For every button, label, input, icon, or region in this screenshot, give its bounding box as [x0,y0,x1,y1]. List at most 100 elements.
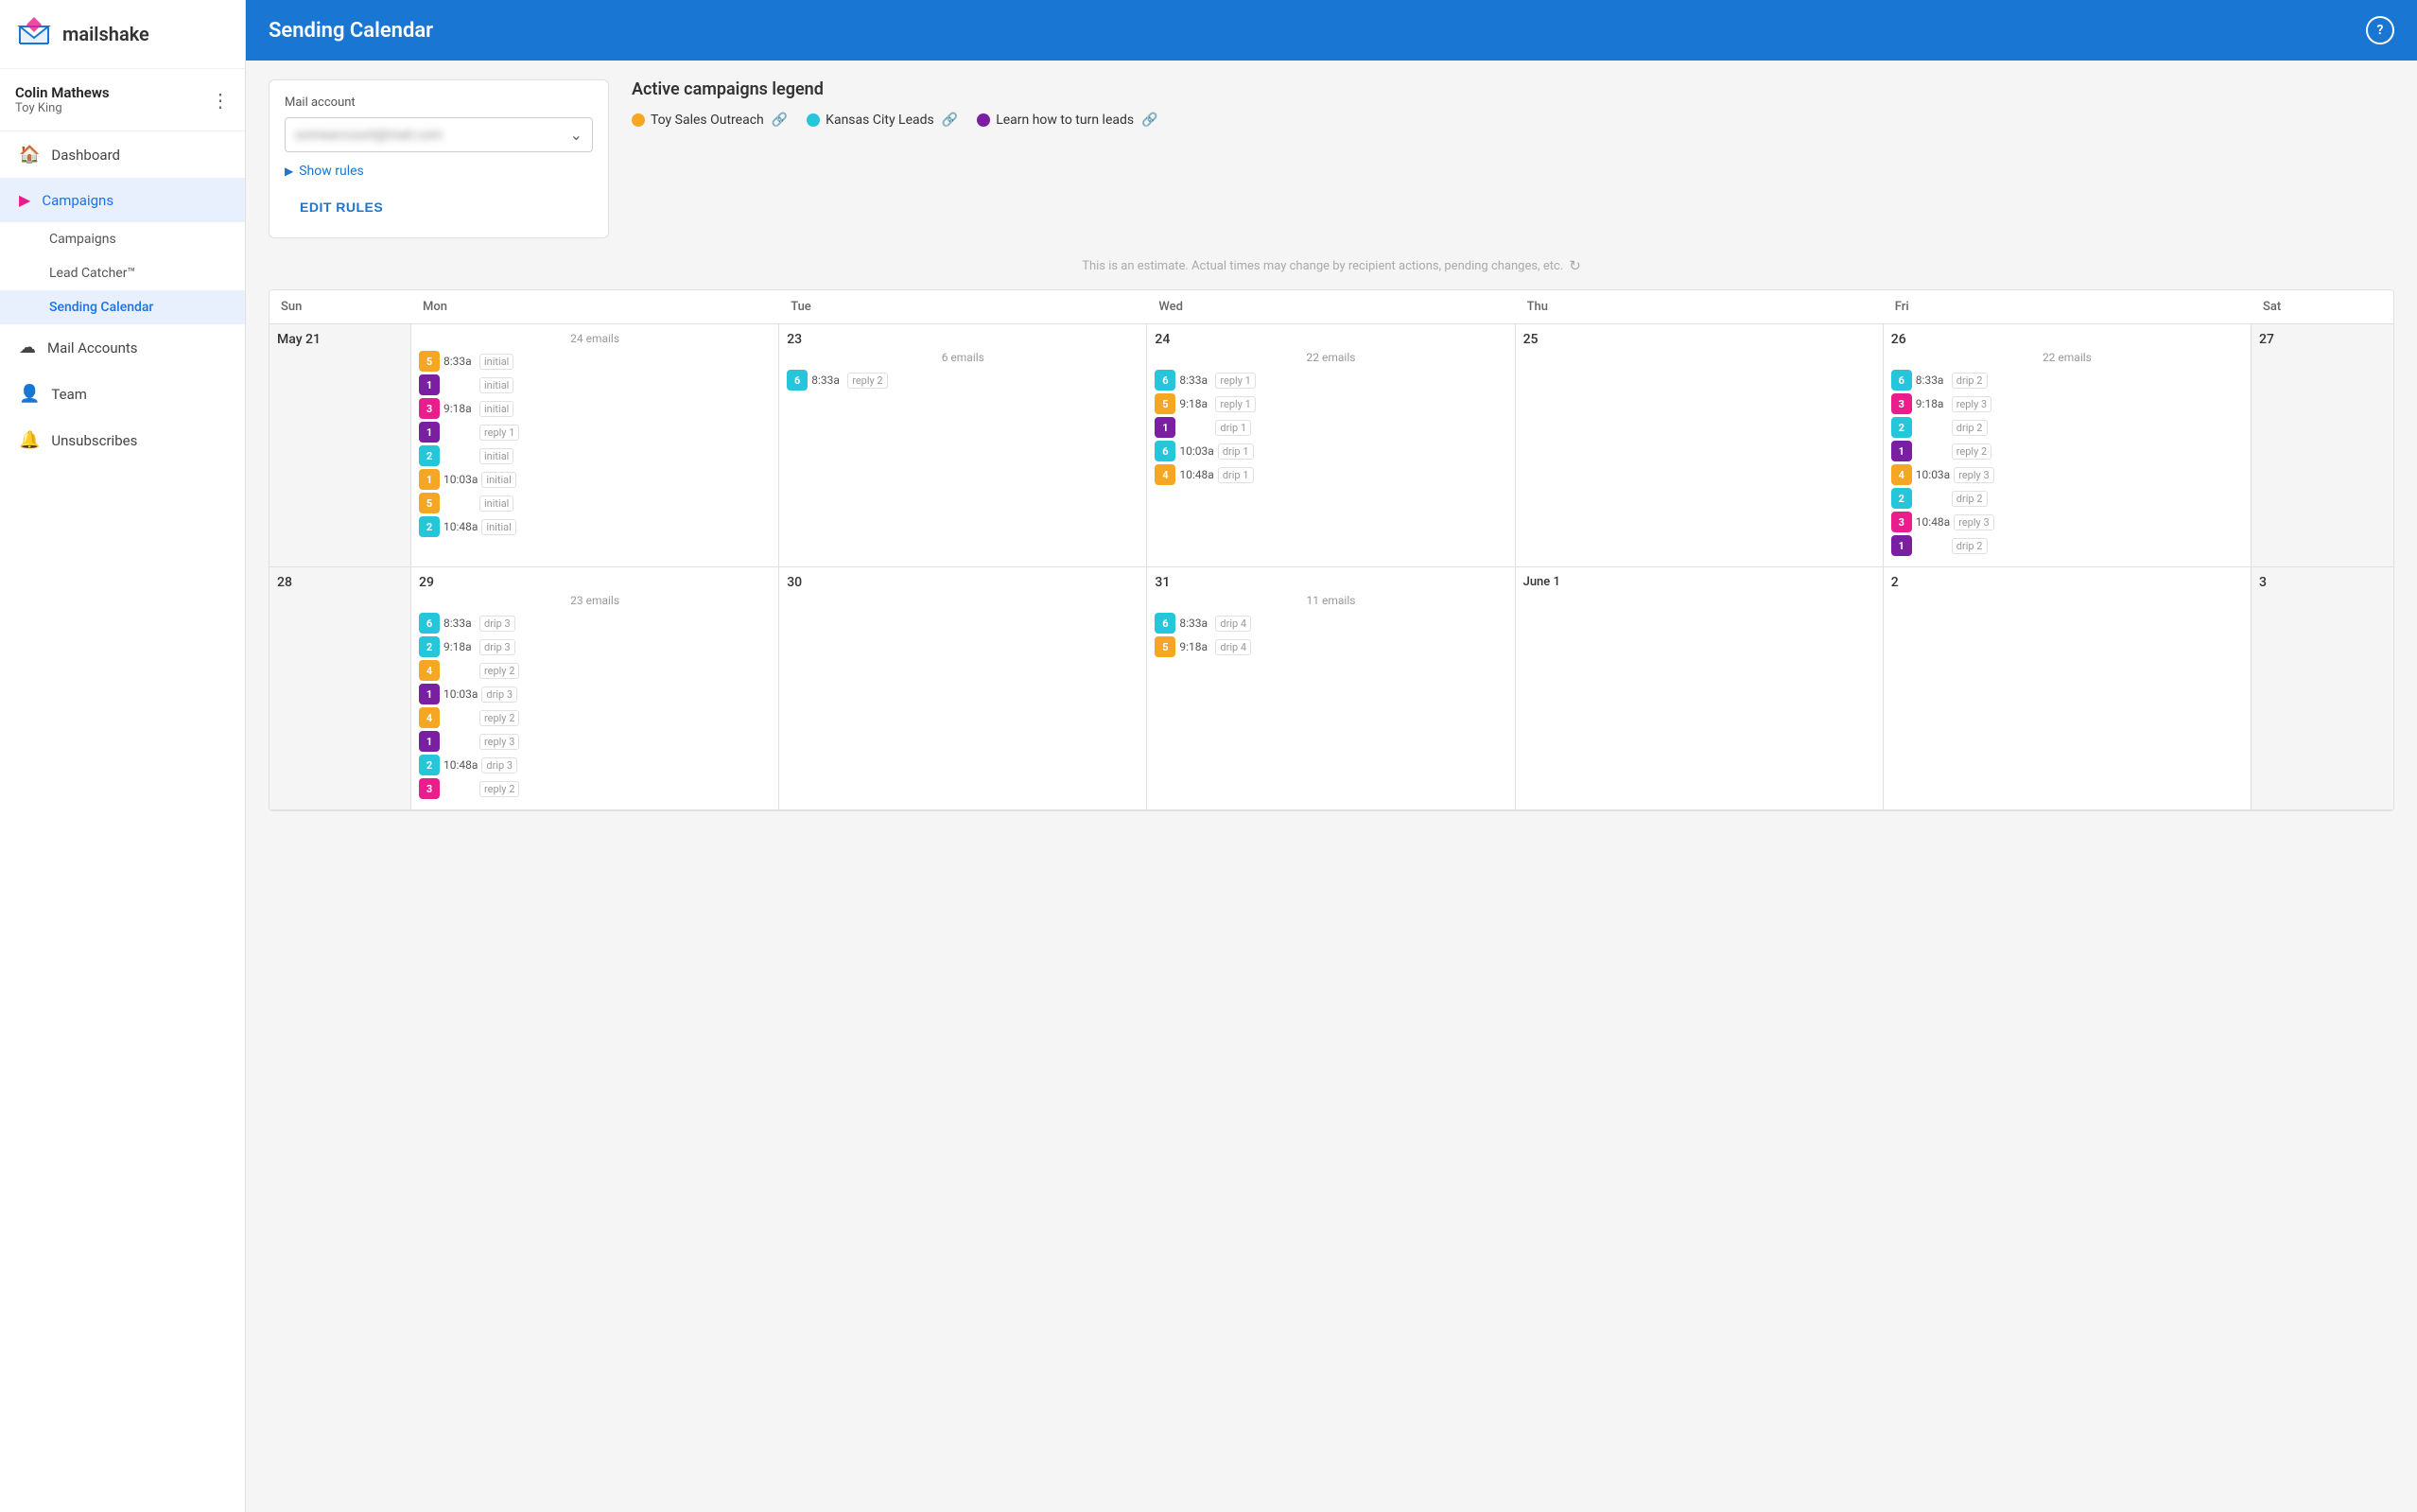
email-label: drip 2 [1952,373,1988,389]
email-entry: 4 10:48a drip 1 [1155,464,1506,485]
email-label: reply 1 [1215,396,1255,412]
email-badge: 3 [419,398,440,419]
cal-cell-3: 3 [2252,567,2393,809]
link-icon-toy-sales[interactable]: 🔗 [772,113,788,128]
cal-date: 28 [277,575,403,590]
email-label: drip 2 [1952,538,1988,554]
help-icon: ? [2377,23,2384,38]
user-info: Colin Mathews Toy King [15,84,110,115]
email-label: reply 2 [479,710,519,726]
email-entry: 3 10:48a reply 3 [1891,512,2243,532]
email-entry: 2 9:18a drip 3 [419,636,771,657]
email-entry: 6 10:03a drip 1 [1155,441,1506,461]
email-label: reply 2 [847,373,887,389]
sidebar-item-mail-accounts[interactable]: ☁ Mail Accounts [0,324,245,371]
sidebar-item-lead-catcher[interactable]: Lead Catcher™ [0,256,245,290]
email-label: drip 3 [479,616,515,632]
cal-cell-june1: June 1 [1516,567,1884,809]
campaigns-icon: ▶ [19,191,30,209]
sidebar-item-label: Unsubscribes [51,432,137,449]
triangle-right-icon: ▶ [285,165,293,178]
email-label: drip 1 [1218,467,1254,483]
sidebar-item-team[interactable]: 👤 Team [0,371,245,417]
email-time: 8:33a [443,617,476,630]
email-badge: 6 [1155,441,1175,461]
email-entry: 5 9:18a drip 4 [1155,636,1506,657]
email-entry: 3 reply 2 [419,778,771,799]
sidebar-item-unsubscribes[interactable]: 🔔 Unsubscribes [0,417,245,463]
cal-cell-30: 30 [779,567,1147,809]
mail-account-select[interactable]: someaccount@mail.com ⌄ [285,117,593,152]
link-icon-kansas-city[interactable]: 🔗 [942,113,958,128]
email-entry: 6 8:33a drip 4 [1155,613,1506,634]
cal-date: 3 [2259,575,2386,590]
email-label: reply 3 [1954,514,1993,530]
email-badge: 1 [419,374,440,395]
legend-item-learn-leads: Learn how to turn leads 🔗 [977,113,1157,128]
email-count: 24 emails [419,332,771,345]
refresh-icon[interactable]: ↻ [1569,257,1581,274]
link-icon-learn-leads[interactable]: 🔗 [1141,113,1157,128]
cal-cell-31: 31 11 emails 6 8:33a drip 4 5 9:18a drip… [1147,567,1515,809]
sending-calendar: Sun Mon Tue Wed Thu Fri Sat May 21 24 em… [269,289,2394,811]
show-rules-toggle[interactable]: ▶ Show rules [285,164,593,179]
sidebar-item-campaigns-sub[interactable]: Campaigns [0,222,245,256]
email-badge: 3 [419,778,440,799]
email-entry: 3 9:18a reply 3 [1891,393,2243,414]
content-area: Mail account someaccount@mail.com ⌄ ▶ Sh… [246,61,2417,1512]
main-nav: 🏠 Dashboard ▶ Campaigns Campaigns Lead C… [0,131,245,463]
email-label: reply 3 [1954,467,1993,483]
controls-row: Mail account someaccount@mail.com ⌄ ▶ Sh… [269,79,2394,238]
email-badge: 2 [419,636,440,657]
email-label: initial [479,448,513,464]
sidebar-item-label: Mail Accounts [47,339,138,356]
email-label: reply 3 [1952,396,1991,412]
email-entry: 5 9:18a reply 1 [1155,393,1506,414]
email-entry: 1 10:03a drip 3 [419,684,771,704]
sidebar-item-dashboard[interactable]: 🏠 Dashboard [0,131,245,178]
email-badge: 1 [419,422,440,443]
sidebar-item-campaigns[interactable]: ▶ Campaigns [0,178,245,222]
email-time: 8:33a [1916,374,1948,387]
legend-item-toy-sales: Toy Sales Outreach 🔗 [632,113,788,128]
user-section: Colin Mathews Toy King ⋮ [0,69,245,131]
email-entry: 2 drip 2 [1891,417,2243,438]
cal-date: 24 [1155,332,1506,347]
user-name: Colin Mathews [15,84,110,101]
email-time: 10:48a [443,520,478,533]
email-label: initial [481,519,515,535]
sidebar-header: mailshake [0,0,245,69]
email-label: drip 2 [1952,491,1988,507]
email-label: reply 1 [479,425,519,441]
email-badge: 1 [419,731,440,752]
calendar-week-1: May 21 24 emails 5 8:33a initial 1 initi… [270,324,2393,567]
calendar-week-2: 28 29 23 emails 6 8:33a drip 3 2 9:18a d… [270,567,2393,810]
email-time: 10:03a [443,473,478,486]
home-icon: 🏠 [19,145,40,165]
cal-header-sun: Sun [270,290,411,323]
cal-date: 31 [1155,575,1506,590]
cal-date: May 21 [277,332,403,347]
cal-cell-25: 25 [1516,324,1884,566]
sub-nav-label: Lead Catcher™ [49,266,135,281]
user-menu-icon[interactable]: ⋮ [211,89,230,112]
edit-rules-button[interactable]: EDIT RULES [285,192,398,222]
email-label: drip 4 [1215,616,1251,632]
email-badge: 1 [419,469,440,490]
email-label: reply 2 [479,781,519,797]
email-label: initial [479,401,513,417]
email-badge: 6 [1891,370,1912,391]
email-entry: 2 drip 2 [1891,488,2243,509]
email-badge: 4 [419,707,440,728]
email-entry: 5 8:33a initial [419,351,771,372]
sidebar-item-label: Dashboard [51,147,120,164]
cal-cell-23: 23 6 emails 6 8:33a reply 2 [779,324,1147,566]
campaigns-sub-nav: Campaigns Lead Catcher™ Sending Calendar [0,222,245,324]
mail-account-box: Mail account someaccount@mail.com ⌄ ▶ Sh… [269,79,609,238]
team-icon: 👤 [19,384,40,404]
email-time: 9:18a [443,402,476,415]
help-button[interactable]: ? [2366,16,2394,44]
sidebar-item-sending-calendar[interactable]: Sending Calendar [0,290,245,324]
topbar: Sending Calendar ? [246,0,2417,61]
email-entry: 2 10:48a initial [419,516,771,537]
